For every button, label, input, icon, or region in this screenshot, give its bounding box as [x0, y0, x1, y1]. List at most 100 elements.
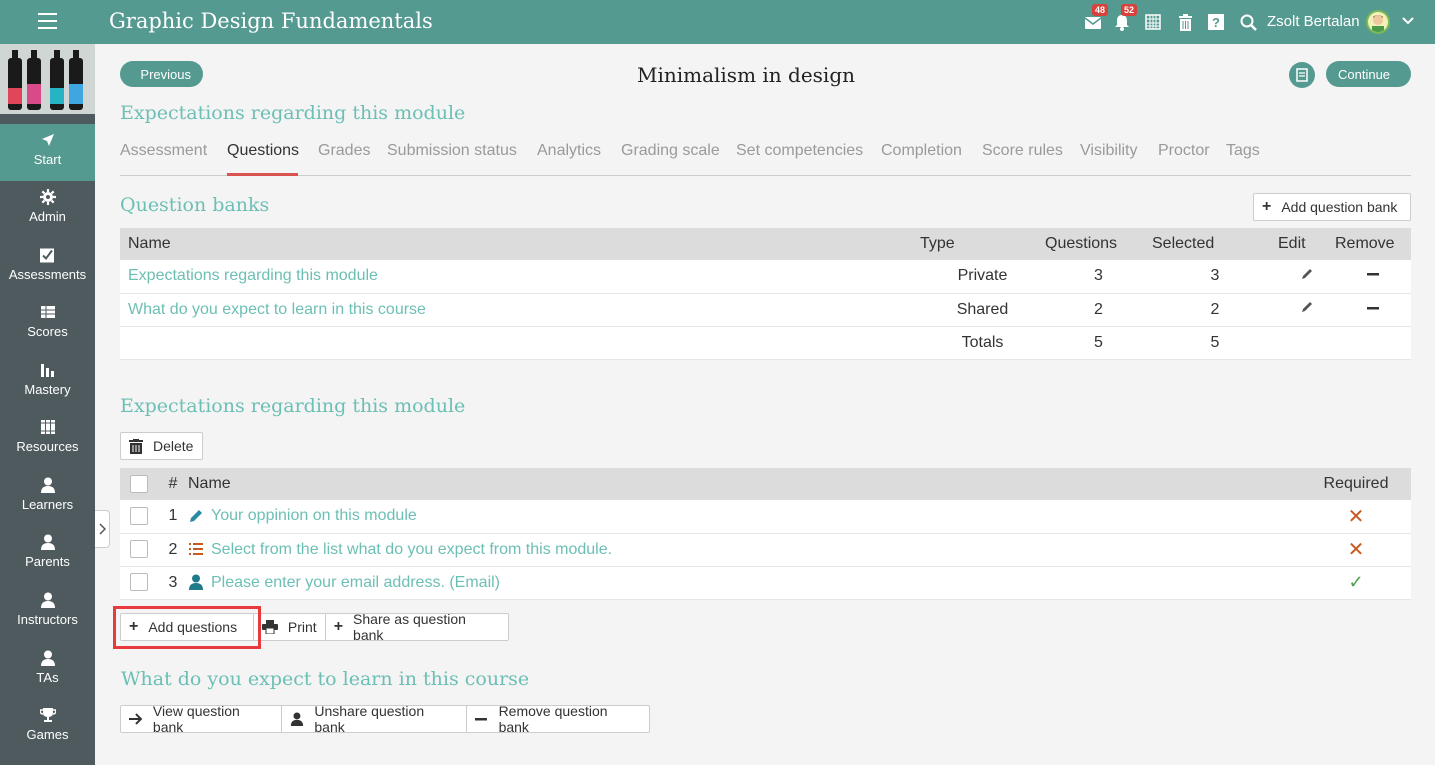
delete-button[interactable]: Delete — [120, 432, 203, 460]
trophy-icon — [39, 708, 56, 722]
col-required: Required — [1301, 468, 1411, 500]
tab-score-rules[interactable]: Score rules — [982, 142, 1063, 160]
tab-tags[interactable]: Tags — [1226, 142, 1260, 160]
bank-questions: 3 — [1045, 260, 1152, 294]
view-question-bank-button[interactable]: View question bank — [121, 703, 283, 735]
row-checkbox[interactable] — [130, 507, 148, 526]
col-edit: Edit — [1278, 228, 1335, 260]
messages-badge: 48 — [1092, 4, 1109, 16]
sidebar-item-parents[interactable]: Parents — [0, 526, 95, 583]
table-icon — [40, 306, 55, 318]
remove-question-bank-button[interactable]: Remove question bank — [467, 703, 649, 735]
notifications-badge: 52 — [1121, 4, 1138, 16]
tab-analytics[interactable]: Analytics — [537, 142, 601, 160]
search-icon[interactable] — [1238, 12, 1258, 32]
sidebar-item-label: Admin — [29, 209, 66, 224]
arrow-right-icon — [129, 713, 143, 725]
course-image[interactable] — [0, 44, 95, 114]
pencil-icon[interactable] — [1300, 300, 1314, 314]
delete-label: Delete — [153, 438, 194, 454]
person-icon — [40, 650, 55, 666]
bank-questions: 2 — [1045, 293, 1152, 327]
col-selected: Selected — [1152, 228, 1278, 260]
tab-submission-status[interactable]: Submission status — [387, 142, 517, 160]
checkbox-icon — [40, 248, 54, 263]
remove-label: Remove question bank — [498, 703, 608, 735]
sidebar-item-label: Resources — [16, 439, 79, 454]
continue-button[interactable]: Continue — [1326, 61, 1411, 87]
active-tab-indicator — [227, 173, 298, 176]
sidebar-collapse-toggle[interactable] — [95, 510, 110, 548]
chevron-down-icon[interactable] — [1401, 13, 1415, 31]
sidebar-item-mastery[interactable]: Mastery — [0, 354, 95, 411]
tab-grading-scale[interactable]: Grading scale — [621, 142, 720, 160]
avatar[interactable] — [1366, 10, 1390, 34]
question-name-link[interactable]: Your oppinion on this module — [211, 507, 417, 524]
totals-row: Totals 5 5 — [120, 326, 1411, 360]
tab-proctor[interactable]: Proctor — [1158, 142, 1210, 160]
pencil-icon[interactable] — [1300, 267, 1314, 281]
sidebar-item-start[interactable]: Start — [0, 124, 95, 181]
tab-grades[interactable]: Grades — [318, 142, 370, 160]
table-row: What do you expect to learn in this cour… — [120, 293, 1411, 327]
minus-icon[interactable] — [1367, 268, 1379, 280]
help-icon[interactable]: ? — [1206, 12, 1226, 32]
tab-set-competencies[interactable]: Set competencies — [736, 142, 863, 160]
sidebar-item-games[interactable]: Games — [0, 699, 95, 756]
tab-questions[interactable]: Questions — [227, 142, 299, 160]
minus-icon — [474, 718, 487, 721]
plus-icon: + — [1262, 198, 1272, 215]
add-question-bank-label: Add question bank — [1281, 199, 1398, 215]
question-number: 1 — [158, 500, 188, 534]
menu-icon[interactable] — [38, 13, 57, 29]
table-row: 1 Your oppinion on this module ✕ — [120, 500, 1411, 534]
svg-text:?: ? — [1212, 15, 1220, 30]
sidebar-item-scores[interactable]: Scores — [0, 296, 95, 353]
question-name-link[interactable]: Please enter your email address. (Email) — [211, 574, 500, 591]
sidebar-item-resources[interactable]: Resources — [0, 411, 95, 468]
previous-button[interactable]: Previous — [120, 61, 203, 87]
tab-assessment[interactable]: Assessment — [120, 142, 207, 160]
sidebar-item-learners[interactable]: Learners — [0, 469, 95, 526]
row-checkbox[interactable] — [130, 573, 148, 592]
table-header-row: # Name Required — [120, 468, 1411, 500]
sidebar-item-label: Mastery — [24, 382, 71, 397]
question-name-link[interactable]: Select from the list what do you expect … — [211, 541, 612, 558]
question-banks-table: Name Type Questions Selected Edit Remove… — [120, 228, 1411, 360]
gear-icon — [39, 189, 56, 205]
add-question-bank-button[interactable]: + Add question bank — [1253, 193, 1411, 221]
bank-name-link[interactable]: What do you expect to learn in this cour… — [128, 301, 426, 318]
tab-visibility[interactable]: Visibility — [1080, 142, 1138, 160]
question-number: 2 — [158, 533, 188, 567]
question-number: 3 — [158, 566, 188, 600]
print-page-button[interactable] — [1289, 62, 1315, 88]
unshare-question-bank-button[interactable]: Unshare question bank — [282, 703, 467, 735]
trash-icon[interactable] — [1175, 12, 1195, 32]
person-icon — [40, 477, 55, 493]
sidebar-item-admin[interactable]: Admin — [0, 181, 95, 238]
sidebar-item-tas[interactable]: TAs — [0, 642, 95, 699]
user-name[interactable]: Zsolt Bertalan — [1267, 13, 1360, 30]
tab-completion[interactable]: Completion — [881, 142, 962, 160]
calendar-icon[interactable] — [1143, 12, 1163, 32]
print-button[interactable]: Print — [254, 614, 326, 640]
share-as-question-bank-button[interactable]: + Share as question bank — [326, 611, 508, 643]
totals-questions: 5 — [1045, 326, 1152, 360]
chevron-right-icon — [99, 523, 106, 535]
bank-name-link[interactable]: Expectations regarding this module — [128, 267, 378, 284]
sidebar-item-assessments[interactable]: Assessments — [0, 239, 95, 296]
col-name: Name — [188, 468, 1301, 500]
messages-icon[interactable]: 48 — [1083, 4, 1109, 32]
highlight-box — [113, 606, 261, 649]
bank2-title: What do you expect to learn in this cour… — [121, 668, 530, 690]
bell-icon[interactable]: 52 — [1112, 4, 1138, 32]
minus-icon[interactable] — [1367, 302, 1379, 314]
page-title: Minimalism in design — [636, 63, 856, 87]
row-checkbox[interactable] — [130, 540, 148, 559]
list-icon — [189, 543, 203, 556]
select-all-checkbox[interactable] — [130, 474, 148, 493]
sidebar-item-instructors[interactable]: Instructors — [0, 584, 95, 641]
app-title[interactable]: Graphic Design Fundamentals — [109, 9, 433, 33]
printer-icon — [261, 620, 278, 634]
tab-bar: Assessment Questions Grades Submission s… — [120, 140, 1411, 176]
